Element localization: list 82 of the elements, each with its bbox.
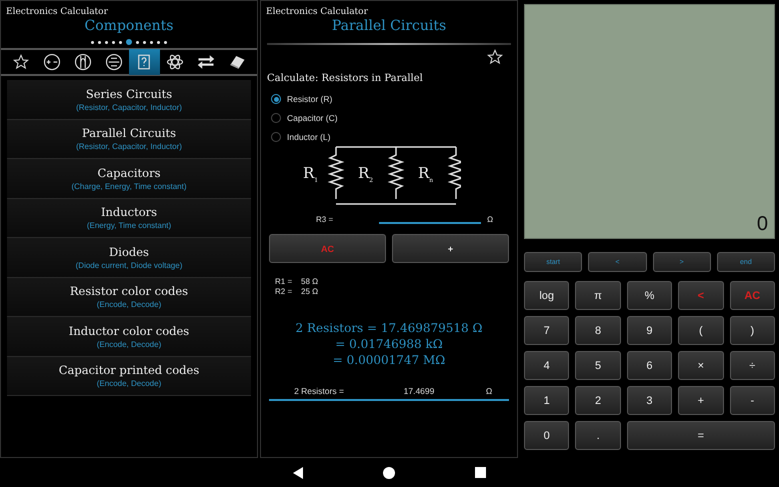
entry-value: 58 Ω [301, 277, 320, 287]
menu-item[interactable]: Inductors (Energy, Time constant) [7, 198, 251, 238]
calculator-key[interactable]: log [524, 281, 570, 310]
menu-item[interactable]: Parallel Circuits (Resistor, Capacitor, Inductor) [7, 120, 251, 159]
add-button[interactable]: + [392, 234, 509, 263]
menu-item[interactable]: Resistor color codes (Encode, Decode) [7, 278, 251, 317]
result-line: 2 Resistors = 17.469879518 Ω [296, 320, 482, 336]
summary-unit: Ω [484, 386, 494, 396]
menu-item[interactable]: Capacitor printed codes (Encode, Decode) [7, 356, 251, 396]
calculator-key[interactable]: 6 [626, 351, 672, 380]
menu-item[interactable]: Inductor color codes (Encode, Decode) [7, 317, 251, 356]
menu-item-subtitle: (Diode current, Diode voltage) [76, 260, 182, 270]
calculator-key[interactable]: - [730, 386, 775, 415]
calculator-key[interactable]: π [575, 281, 621, 310]
calculator-key[interactable]: + [678, 386, 724, 415]
calculator-key[interactable]: 3 [626, 386, 672, 415]
calculator-key[interactable]: 5 [575, 351, 621, 380]
calculator-key[interactable]: = [626, 421, 775, 450]
calculator-key[interactable]: % [626, 281, 672, 310]
resistor-label: R$_{2}$ [358, 164, 374, 184]
menu-item-title: Inductors [100, 205, 158, 220]
radio-button[interactable] [271, 94, 281, 104]
page-title: Parallel Circuits [330, 18, 448, 34]
menu-item-title: Series Circuits [86, 86, 172, 101]
resistor-label: R$_{1}$ [303, 164, 318, 184]
result-line: = 0.01746988 kΩ [335, 336, 443, 352]
question-icon [136, 53, 152, 71]
book-icon [228, 54, 246, 70]
calculator-key[interactable]: 4 [524, 351, 570, 380]
menu-item-title: Resistor color codes [70, 284, 188, 298]
menu-item-subtitle: (Energy, Time constant) [86, 221, 172, 230]
calculator-display: 0 [524, 4, 775, 239]
summary-label: 2 Resistors = [293, 386, 345, 396]
section-title: Components [84, 18, 174, 34]
menu-item-subtitle: (Encode, Decode) [96, 340, 162, 349]
menu-item-subtitle: (Encode, Decode) [96, 379, 162, 388]
menu-item-title: Capacitors [98, 166, 160, 180]
menu-item-subtitle: (Charge, Energy, Time constant) [71, 182, 186, 191]
star-icon [13, 54, 30, 70]
app-title: Electronics Calculator [5, 6, 109, 17]
resistor-label: R$_{n}$ [418, 164, 434, 184]
radio-label: Resistor (R) [287, 94, 332, 104]
calculator-key[interactable]: 0 [524, 421, 570, 450]
favorite-star-icon[interactable] [487, 49, 503, 65]
calculator-key[interactable]: . [575, 421, 621, 450]
menu-item-title: Parallel Circuits [82, 126, 176, 140]
home-icon[interactable] [383, 466, 395, 478]
result-line: = 0.00001747 MΩ [332, 352, 446, 368]
menu-item-subtitle: (Resistor, Capacitor, Inductor) [76, 142, 182, 152]
entry-name: R2 = [275, 287, 294, 297]
swap-arrows-icon [196, 54, 215, 70]
menu-item[interactable]: Series Circuits (Resistor, Capacitor, Inductor) [7, 80, 251, 120]
back-icon[interactable] [293, 466, 303, 478]
menu-item-title: Inductor color codes [68, 324, 190, 338]
calculator-key[interactable]: × [678, 351, 724, 380]
entry-value: 25 Ω [301, 287, 320, 297]
menu-item[interactable]: Capacitors (Charge, Energy, Time constant) [7, 159, 251, 198]
app-title: Electronics Calculator [265, 6, 369, 17]
calculator-key[interactable]: 1 [524, 386, 570, 415]
radio-label: Capacitor (C) [287, 113, 338, 123]
menu-item-subtitle: (Resistor, Capacitor, Inductor) [76, 102, 182, 112]
unit-label: Ω [487, 215, 494, 224]
entry-name: R1 = [275, 277, 294, 287]
menu-item-title: Diodes [109, 244, 149, 259]
calculator-key[interactable]: 2 [575, 386, 621, 415]
calculator-key[interactable]: 8 [575, 316, 621, 345]
calculator-key[interactable]: ) [730, 316, 775, 345]
calculation-heading: Calculate: Resistors in Parallel [267, 73, 424, 84]
calculator-key[interactable]: 7 [524, 316, 570, 345]
calculator-key[interactable]: ÷ [730, 351, 775, 380]
radio-button[interactable] [271, 132, 281, 142]
menu-item-title: Capacitor printed codes [58, 363, 200, 378]
atom-icon [166, 53, 184, 71]
input-label: R3 = [316, 215, 334, 224]
calculator-key[interactable]: 9 [626, 316, 672, 345]
summary-value: 17.4699 [402, 386, 436, 396]
calculator-key[interactable]: ( [678, 316, 724, 345]
radio-label: Inductor (L) [287, 132, 330, 142]
radio-button[interactable] [271, 113, 281, 123]
menu-item-subtitle: (Encode, Decode) [96, 300, 162, 310]
menu-item[interactable]: Diodes (Diode current, Diode voltage) [7, 238, 251, 278]
category-tab[interactable] [129, 49, 160, 75]
